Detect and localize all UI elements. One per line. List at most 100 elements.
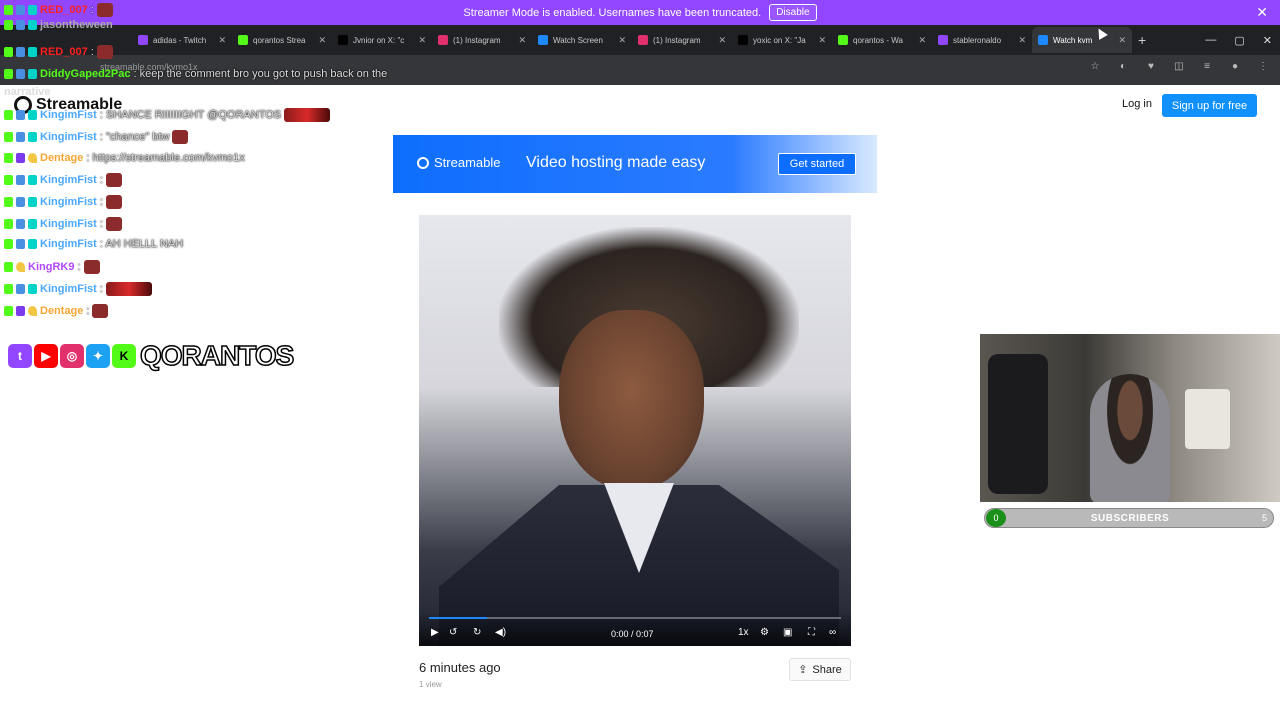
chat-badge-icon xyxy=(4,197,13,207)
share-button[interactable]: ⇪ Share xyxy=(789,658,851,681)
chat-badge-icon xyxy=(4,306,13,316)
chat-text: : "chance" btw xyxy=(99,131,170,143)
chat-text: : xyxy=(90,4,94,16)
chat-badge-icon xyxy=(16,69,25,79)
close-icon[interactable]: ✕ xyxy=(1256,4,1268,21)
chat-username[interactable]: Dentage xyxy=(40,152,83,164)
browser-tab[interactable]: Watch kvm ✕ xyxy=(1032,27,1132,53)
subscriber-goal: 5 xyxy=(1261,513,1267,523)
chat-message: KingimFist: "chance" btw xyxy=(4,130,189,144)
chat-emote-icon xyxy=(105,195,122,209)
chat-username[interactable]: RED_007 xyxy=(40,4,88,16)
tab-close-icon[interactable]: ✕ xyxy=(1118,35,1126,46)
chat-badge-icon xyxy=(28,284,37,294)
tab-close-icon[interactable]: ✕ xyxy=(1018,35,1026,46)
browser-tab[interactable]: Watch Screen ✕ xyxy=(532,27,632,53)
maximize-icon[interactable]: ▢ xyxy=(1234,34,1244,47)
tab-favicon-icon xyxy=(1038,35,1048,45)
disable-streamer-mode-button[interactable]: Disable xyxy=(769,4,817,21)
playback-speed[interactable]: 1x xyxy=(738,627,749,638)
chat-badge-icon xyxy=(28,153,37,163)
tab-close-icon[interactable]: ✕ xyxy=(818,35,826,46)
chat-message: KingimFist: xyxy=(4,173,122,187)
profile-avatar[interactable]: ● xyxy=(1228,61,1242,75)
tab-close-icon[interactable]: ✕ xyxy=(518,35,526,46)
tab-title: Watch kvm xyxy=(1053,35,1093,45)
chat-username[interactable]: DiddyGaped2Pac xyxy=(40,68,130,80)
chat-username[interactable]: KingRK9 xyxy=(28,261,74,273)
chat-badge-icon xyxy=(16,153,25,163)
chat-username[interactable]: KingimFist xyxy=(40,174,97,186)
chat-username[interactable]: Dentage xyxy=(40,305,83,317)
subscriber-goal-bar: 0 SUBSCRIBERS 5 xyxy=(984,508,1274,528)
bookmark-star-icon[interactable]: ☆ xyxy=(1088,61,1102,75)
chat-username[interactable]: jasontheween xyxy=(40,19,113,31)
chat-badge-icon xyxy=(4,5,13,15)
chat-username[interactable]: KingimFist xyxy=(40,131,97,143)
video-player[interactable]: ▶ ↺ ↻ ◀) 0:00 / 0:07 1x ⚙ ▣ ⛶ ∞ xyxy=(419,215,851,646)
chat-text: : AH HELLL NAH xyxy=(99,238,184,250)
chat-badge-icon xyxy=(28,239,37,249)
view-count: 1 view xyxy=(419,680,442,689)
chat-message: RED_007: xyxy=(4,45,113,59)
extension-icon[interactable]: ◐ xyxy=(1116,61,1130,75)
chat-badge-icon xyxy=(28,306,37,316)
posted-time: 6 minutes ago xyxy=(419,660,501,675)
tab-title: Watch Screen xyxy=(553,35,603,45)
chat-text: : https://streamable.com/kvmo1x xyxy=(86,152,245,164)
browser-tab[interactable]: yoxic on X: "Ja ✕ xyxy=(732,27,832,53)
signup-button[interactable]: Sign up for free xyxy=(1162,94,1257,117)
streamable-watermark-icon[interactable]: ∞ xyxy=(829,627,836,638)
chat-badge-icon xyxy=(4,284,13,294)
tab-title: (1) Instagram xyxy=(653,35,701,45)
chat-badge-icon xyxy=(16,175,25,185)
chat-username[interactable]: KingimFist xyxy=(40,283,97,295)
chat-badge-icon xyxy=(4,262,13,272)
pip-icon[interactable]: ▣ xyxy=(783,627,792,638)
browser-tab[interactable]: stableronaldo ✕ xyxy=(932,27,1032,53)
video-time: 0:00 / 0:07 xyxy=(611,629,654,639)
tab-close-icon[interactable]: ✕ xyxy=(918,35,926,46)
chat-badge-icon xyxy=(16,239,25,249)
volume-icon[interactable]: ◀) xyxy=(495,627,506,638)
extensions-puzzle-icon[interactable]: ◫ xyxy=(1172,61,1186,75)
chat-badge-icon xyxy=(16,219,25,229)
chat-emote-icon xyxy=(172,130,189,144)
tab-close-icon[interactable]: ✕ xyxy=(718,35,726,46)
ad-logo: Streamable xyxy=(417,155,500,170)
settings-gear-icon[interactable]: ⚙ xyxy=(760,627,769,638)
browser-tab[interactable]: (1) Instagram ✕ xyxy=(632,27,732,53)
tab-close-icon[interactable]: ✕ xyxy=(618,35,626,46)
tab-favicon-icon xyxy=(838,35,848,45)
chat-username[interactable]: KingimFist xyxy=(40,196,97,208)
rewind-icon[interactable]: ↺ xyxy=(449,627,457,638)
chat-badge-icon xyxy=(16,262,25,272)
browser-tab[interactable]: qorantos - Wa ✕ xyxy=(832,27,932,53)
video-progress-bar[interactable] xyxy=(429,617,841,619)
login-link[interactable]: Log in xyxy=(1122,98,1152,110)
chat-username[interactable]: narrative xyxy=(4,86,50,98)
chat-emote-icon xyxy=(96,45,113,59)
get-started-button[interactable]: Get started xyxy=(778,153,856,175)
chat-username[interactable]: KingimFist xyxy=(40,238,97,250)
fullscreen-icon[interactable]: ⛶ xyxy=(808,627,815,638)
menu-kebab-icon[interactable]: ⋮ xyxy=(1256,61,1270,75)
new-tab-button[interactable]: + xyxy=(1138,32,1146,48)
tab-title: qorantos - Wa xyxy=(853,35,903,45)
chat-username[interactable]: KingimFist xyxy=(40,109,97,121)
chat-message: KingimFist: xyxy=(4,282,152,296)
chat-emote-icon xyxy=(284,108,331,122)
play-icon[interactable]: ▶ xyxy=(431,627,439,638)
extension-icon[interactable]: ♥ xyxy=(1144,61,1158,75)
minimize-icon[interactable]: — xyxy=(1205,34,1216,46)
forward-icon[interactable]: ↻ xyxy=(473,627,481,638)
window-close-icon[interactable]: ✕ xyxy=(1263,34,1272,47)
browser-tab[interactable]: (1) Instagram ✕ xyxy=(432,27,532,53)
chat-username[interactable]: RED_007 xyxy=(40,46,88,58)
pillow xyxy=(1185,389,1230,449)
media-icon[interactable]: ≡ xyxy=(1200,61,1214,75)
chat-username[interactable]: KingimFist xyxy=(40,218,97,230)
chat-text: : xyxy=(86,305,90,317)
chat-overlay: RED_007: jasontheween RED_007: DiddyGaped2P… xyxy=(0,0,420,330)
ad-banner[interactable]: Streamable Video hosting made easy Get s… xyxy=(393,135,877,193)
